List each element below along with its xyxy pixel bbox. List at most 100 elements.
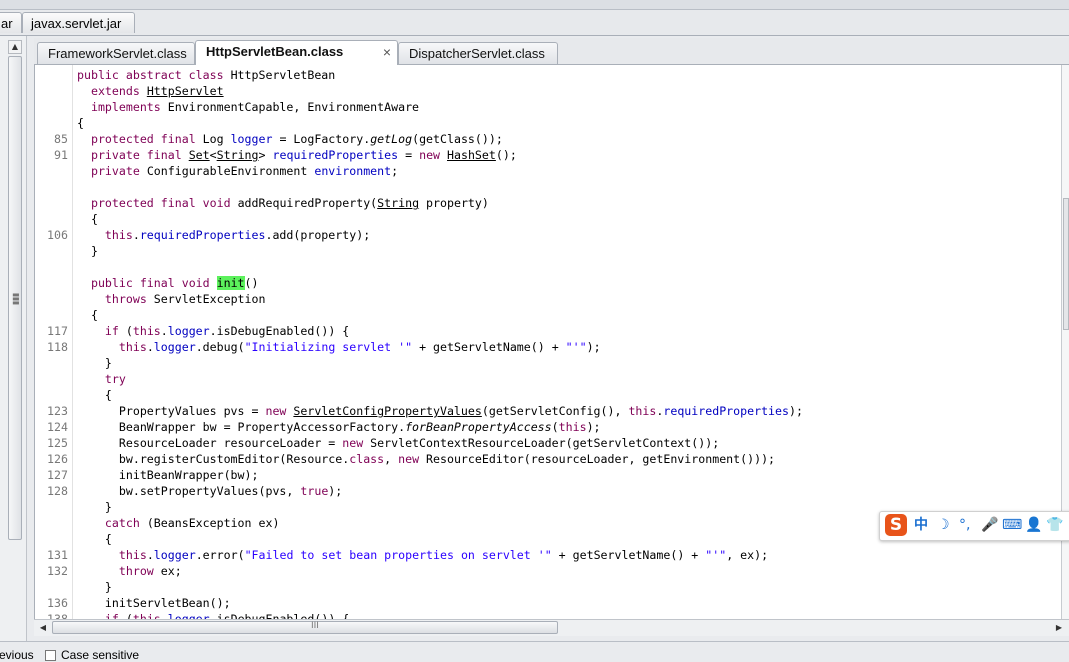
punctuation-icon[interactable]: °,: [959, 517, 970, 533]
scroll-right-arrow-icon[interactable]: ▶: [1052, 621, 1066, 635]
code-line[interactable]: {: [77, 387, 803, 403]
microphone-icon[interactable]: 🎤: [981, 517, 998, 533]
code-line[interactable]: 123 PropertyValues pvs = new ServletConf…: [47, 403, 803, 419]
chinese-mode-icon[interactable]: 中: [914, 517, 928, 533]
code-line[interactable]: 138 if (this.logger.isDebugEnabled()) {: [47, 611, 803, 619]
scroll-thumb[interactable]: ▬ ▬ ▬: [8, 56, 22, 540]
code-line[interactable]: protected final void addRequiredProperty…: [77, 195, 803, 211]
outer-tab-javax-servlet-jar[interactable]: javax.servlet.jar: [22, 12, 135, 33]
code-line[interactable]: [77, 179, 803, 195]
code-line[interactable]: private ConfigurableEnvironment environm…: [77, 163, 803, 179]
sogou-logo-icon[interactable]: S: [885, 514, 907, 536]
code-token: logger: [230, 132, 273, 146]
code-token: catch: [104, 516, 147, 530]
code-token: HttpServletBean: [230, 68, 336, 82]
code-token: );: [586, 340, 601, 354]
case-sensitive-checkbox[interactable]: [45, 650, 56, 661]
code-token: logger: [153, 340, 196, 354]
code-content[interactable]: public abstract class HttpServletBean ex…: [47, 67, 803, 619]
code-line[interactable]: 106 this.requiredProperties.add(property…: [47, 227, 803, 243]
code-line[interactable]: catch (BeansException ex): [77, 515, 803, 531]
scroll-up-arrow-icon[interactable]: ▲: [8, 40, 22, 54]
code-line[interactable]: }: [77, 499, 803, 515]
code-token: logger: [167, 324, 210, 338]
line-number: 138: [47, 612, 68, 619]
line-number: 126: [47, 452, 68, 466]
code-token: throws: [104, 292, 154, 306]
code-token: .error(: [195, 548, 245, 562]
code-token: .debug(: [195, 340, 245, 354]
code-token: .: [132, 228, 140, 242]
code-token: (getServletConfig(),: [481, 404, 629, 418]
code-line[interactable]: }: [77, 355, 803, 371]
code-token: this: [558, 420, 587, 434]
code-line[interactable]: 85 protected final Log logger = LogFacto…: [54, 131, 803, 147]
line-number: 127: [47, 468, 68, 482]
close-icon[interactable]: ×: [383, 42, 391, 63]
code-line[interactable]: }: [77, 243, 803, 259]
window-top-strip: [0, 0, 1069, 10]
code-token: implements: [90, 100, 168, 114]
moon-icon[interactable]: ☽: [937, 517, 950, 533]
code-line[interactable]: extends HttpServlet: [77, 83, 803, 99]
code-token: requiredProperties: [663, 404, 789, 418]
tab-dispatcher-servlet[interactable]: DispatcherServlet.class: [398, 42, 558, 64]
case-sensitive-label: Case sensitive: [61, 648, 140, 662]
code-token: new: [398, 452, 427, 466]
left-vertical-scrollbar[interactable]: ▲ ▬ ▬ ▬: [8, 40, 22, 640]
outer-tab-partial[interactable]: ar: [0, 12, 22, 33]
line-number: 117: [47, 324, 68, 338]
code-line[interactable]: 136 initServletBean();: [47, 595, 803, 611]
code-line[interactable]: implements EnvironmentCapable, Environme…: [77, 99, 803, 115]
code-line[interactable]: {: [77, 115, 803, 131]
right-scroll-thumb[interactable]: [1063, 198, 1069, 330]
code-token: forBeanPropertyAccess: [405, 420, 552, 434]
code-line[interactable]: 126 bw.registerCustomEditor(Resource.cla…: [47, 451, 803, 467]
tab-framework-servlet[interactable]: FrameworkServlet.class: [37, 42, 195, 64]
code-line[interactable]: 127 initBeanWrapper(bw);: [47, 467, 803, 483]
code-token: class: [349, 452, 385, 466]
scroll-left-arrow-icon[interactable]: ◀: [36, 621, 50, 635]
code-line[interactable]: public abstract class HttpServletBean: [77, 67, 803, 83]
code-line[interactable]: 128 bw.setPropertyValues(pvs, true);: [47, 483, 803, 499]
code-token: .isDebugEnabled()) {: [209, 612, 350, 619]
keyboard-icon[interactable]: ⌨: [1002, 517, 1022, 533]
find-previous-link[interactable]: revious: [0, 648, 34, 662]
code-token: (: [125, 324, 133, 338]
code-line[interactable]: public final void init(): [77, 275, 803, 291]
code-line[interactable]: 117 if (this.logger.isDebugEnabled()) {: [47, 323, 803, 339]
line-number: 118: [47, 340, 68, 354]
code-token: = LogFactory.: [272, 132, 371, 146]
code-line[interactable]: [77, 259, 803, 275]
code-token: ex;: [160, 564, 182, 578]
code-line[interactable]: try: [77, 371, 803, 387]
code-token: ServletConfigPropertyValues: [293, 404, 482, 418]
code-line[interactable]: 124 BeanWrapper bw = PropertyAccessorFac…: [47, 419, 803, 435]
code-line[interactable]: throws ServletException: [77, 291, 803, 307]
user-icon[interactable]: 👤: [1025, 517, 1042, 533]
code-token: (: [551, 420, 559, 434]
code-line[interactable]: 131 this.logger.error("Failed to set bea…: [47, 547, 803, 563]
code-line[interactable]: 125 ResourceLoader resourceLoader = new …: [47, 435, 803, 451]
code-line[interactable]: {: [77, 307, 803, 323]
code-token: .isDebugEnabled()) {: [209, 324, 350, 338]
code-token: public final void: [90, 276, 217, 290]
ime-toolbar[interactable]: S 中 ☽ °, 🎤 ⌨ 👤 👕: [879, 511, 1069, 541]
code-line[interactable]: }: [77, 579, 803, 595]
code-line[interactable]: {: [77, 531, 803, 547]
scroll-grip-icon: III: [311, 621, 319, 631]
tab-http-servlet-bean[interactable]: HttpServletBean.class ×: [195, 40, 398, 65]
horizontal-scrollbar[interactable]: ◀ III ▶: [34, 619, 1069, 636]
code-line[interactable]: 91 private final Set<String> requiredPro…: [54, 147, 803, 163]
horizontal-scroll-thumb[interactable]: III: [52, 621, 558, 634]
code-line[interactable]: 132 throw ex;: [47, 563, 803, 579]
skin-shirt-icon[interactable]: 👕: [1046, 517, 1063, 533]
code-token: bw.registerCustomEditor(Resource.: [77, 452, 350, 466]
code-line[interactable]: {: [77, 211, 803, 227]
code-line[interactable]: 118 this.logger.debug("Initializing serv…: [47, 339, 803, 355]
code-token: ConfigurableEnvironment: [146, 164, 315, 178]
